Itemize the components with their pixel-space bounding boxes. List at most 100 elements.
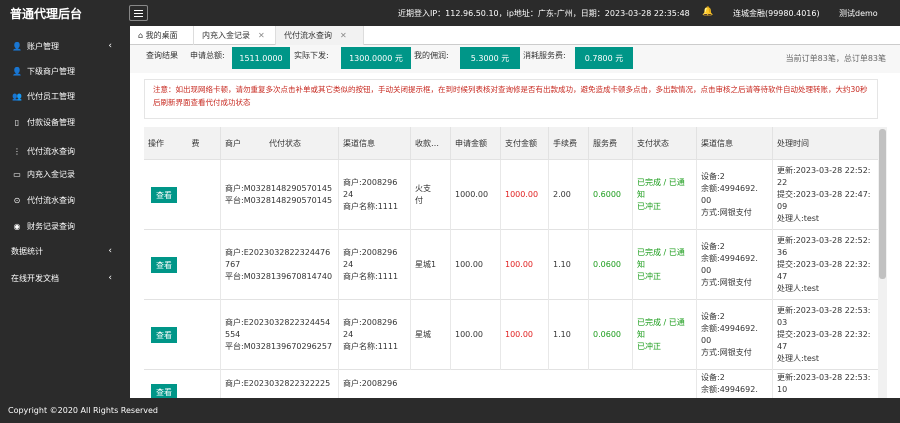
device-icon: ▯ bbox=[14, 117, 20, 127]
service-cell: 0.6000 bbox=[588, 160, 632, 230]
sidebar-item-statistics[interactable]: 数据统计 ‹ bbox=[0, 241, 130, 261]
time-cell: 更新:2023-03-28 22:52: 36 提交:2023-03-28 22… bbox=[772, 230, 878, 300]
bell-icon[interactable]: 🔔 bbox=[702, 7, 713, 17]
tab-bar: ⌂ 我的桌面 内充入金记录 ✕ 代付流水查询 ✕ bbox=[130, 26, 900, 45]
sidebar-item-payout-query[interactable]: ⋮ 代付流水查询 bbox=[0, 141, 130, 161]
user-icon: 👤 bbox=[12, 66, 22, 76]
th-merchant: 商户 bbox=[220, 127, 265, 160]
th-fee-amount: 手续费 bbox=[548, 127, 588, 160]
stats-title: 查询结果 bbox=[146, 51, 178, 60]
status-cell: 已完成 / 已通 知 已冲正 bbox=[632, 160, 696, 230]
close-icon[interactable]: ✕ bbox=[258, 31, 265, 40]
login-name[interactable]: 测试demo bbox=[839, 8, 878, 19]
status-cell: 已完成 / 已通 知 已冲正 bbox=[632, 300, 696, 370]
table-row: 查看 商户:E2023032822324454 554 平台:M03281396… bbox=[144, 300, 878, 370]
close-icon[interactable]: ✕ bbox=[340, 31, 347, 40]
apply-value: 1511.0000 bbox=[232, 47, 290, 69]
service-label: 消耗服务费: bbox=[523, 51, 566, 60]
merchant-cell: 商户:E2023032822322225 bbox=[220, 370, 338, 398]
payee-cell: 星城1 bbox=[410, 230, 450, 300]
channel-cell: 商户:2008296 24 商户名称:1111 bbox=[338, 230, 410, 300]
search-icon: ⊙ bbox=[13, 195, 21, 205]
menu-toggle-icon[interactable] bbox=[129, 5, 148, 21]
th-channel: 渠道信息 bbox=[338, 127, 410, 160]
tab-deposit-records[interactable]: 内充入金记录 ✕ bbox=[194, 26, 276, 45]
people-icon: 👥 bbox=[12, 91, 22, 101]
notice-text: 注意：如出现网络卡顿，请勿重复多次点击补单或其它类似的按钮，手动关闭提示框，在到… bbox=[144, 79, 878, 119]
sidebar: 👤 账户管理 ‹ 👤 下级商户管理 👥 代付员工管理 ▯ 付款设备管理 ⋮ 代付流水查询 ▭… bbox=[0, 26, 130, 398]
sidebar-item-deposit-records[interactable]: ▭ 内充入金记录 bbox=[0, 164, 130, 184]
th-payout-status: 代付状态 bbox=[269, 138, 301, 148]
sidebar-item-devices[interactable]: ▯ 付款设备管理 bbox=[0, 112, 130, 132]
apply-cell: 1000.00 bbox=[450, 160, 500, 230]
fee-label: 我的佣润: bbox=[414, 51, 449, 60]
sidebar-item-docs[interactable]: 在线开发文档 ‹ bbox=[0, 268, 130, 288]
view-button[interactable]: 查看 bbox=[151, 327, 177, 343]
brand-title: 普通代理后台 bbox=[10, 7, 83, 21]
table-scrollbar[interactable] bbox=[878, 127, 887, 398]
th-apply-amount: 申请金额 bbox=[450, 127, 500, 160]
fee-value: 5.3000 元 bbox=[460, 47, 520, 69]
th-pay-amount: 支付金额 bbox=[500, 127, 548, 160]
time-cell: 更新:2023-03-28 22:53: 03 提交:2023-03-28 22… bbox=[772, 300, 878, 370]
merchant-cell: 商户:M0328148290570145 平台:M032814829057014… bbox=[220, 160, 338, 230]
pay-cell: 100.00 bbox=[500, 300, 548, 370]
fee-cell: 1.10 bbox=[548, 230, 588, 300]
tab-desktop[interactable]: ⌂ 我的桌面 bbox=[130, 26, 194, 45]
time-cell: 更新:2023-03-28 22:52: 22 提交:2023-03-28 22… bbox=[772, 160, 878, 230]
view-button[interactable]: 查看 bbox=[151, 257, 177, 273]
device-cell: 设备:2 余额:4994692. 00 方式:网银支付 bbox=[696, 300, 772, 370]
status-cell: 已完成 / 已通 知 已冲正 bbox=[632, 230, 696, 300]
stats-bar: 查询结果 申请总额: 1511.0000 实际下发: 1300.0000 元 我… bbox=[130, 45, 900, 73]
th-process-time: 处理时间 bbox=[772, 127, 878, 160]
merchant-cell: 商户:E2023032822324476 767 平台:M03281396708… bbox=[220, 230, 338, 300]
tab-payout-query[interactable]: 代付流水查询 ✕ bbox=[276, 26, 364, 45]
channel-cell: 商户:2008296 24 商户名称:1111 bbox=[338, 300, 410, 370]
th-channel-info: 渠道信息 bbox=[696, 127, 772, 160]
sidebar-item-account[interactable]: 👤 账户管理 ‹ bbox=[0, 36, 130, 56]
fee-cell: 1.10 bbox=[548, 300, 588, 370]
channel-cell: 商户:2008296 bbox=[338, 370, 410, 398]
top-bar: 普通代理后台 近期登入IP：112.96.50.10，ip地址：广东-广州，日期… bbox=[0, 0, 900, 26]
table-row: 查看 商户:M0328148290570145 平台:M032814829057… bbox=[144, 160, 878, 230]
fee-cell: 2.00 bbox=[548, 160, 588, 230]
home-icon: ⌂ bbox=[138, 31, 144, 40]
sidebar-item-merchants[interactable]: 👤 下级商户管理 bbox=[0, 61, 130, 81]
actual-label: 实际下发: bbox=[294, 51, 329, 60]
th-service-fee: 服务费 bbox=[588, 127, 632, 160]
payee-cell: 星城 bbox=[410, 300, 450, 370]
th-payee: 收款… bbox=[410, 127, 450, 160]
scrollbar-thumb[interactable] bbox=[879, 129, 886, 279]
view-button[interactable]: 查看 bbox=[151, 187, 177, 203]
device-cell: 设备:2 余额:4994692. bbox=[696, 370, 772, 398]
order-summary: 当前订单83笔，总订单83笔 bbox=[785, 54, 886, 63]
device-cell: 设备:2 余额:4994692. 00 方式:网银支付 bbox=[696, 160, 772, 230]
user-account[interactable]: 连城金融(99980.4016) bbox=[733, 8, 820, 19]
sidebar-item-payout-flow[interactable]: ⊙ 代付流水查询 bbox=[0, 190, 130, 210]
record-icon: ▭ bbox=[13, 169, 21, 179]
sidebar-item-staff[interactable]: 👥 代付员工管理 bbox=[0, 86, 130, 106]
pay-cell: 100.00 bbox=[500, 230, 548, 300]
records-table: 操作 费 商户 代付状态 渠道信息 收款… 申请金额 支付金额 手续费 服务费 … bbox=[144, 127, 878, 398]
service-value: 0.7800 元 bbox=[575, 47, 633, 69]
payee-cell: 火支 付 bbox=[410, 160, 450, 230]
footer-copyright: Copyright ©2020 All Rights Reserved bbox=[0, 398, 900, 423]
finance-icon: ◉ bbox=[13, 221, 21, 231]
table-row: 查看 商户:E2023032822322225 商户:2008296 设备:2 … bbox=[144, 370, 878, 398]
service-cell: 0.0600 bbox=[588, 300, 632, 370]
th-fee: 费 bbox=[191, 138, 200, 148]
apply-cell: 100.00 bbox=[450, 300, 500, 370]
actual-value: 1300.0000 元 bbox=[341, 47, 411, 69]
view-button[interactable]: 查看 bbox=[151, 384, 177, 398]
list-icon: ⋮ bbox=[13, 146, 21, 156]
channel-cell: 商户:2008296 24 商户名称:1111 bbox=[338, 160, 410, 230]
th-action: 操作 bbox=[148, 138, 164, 148]
merchant-cell: 商户:E2023032822324454 554 平台:M03281396702… bbox=[220, 300, 338, 370]
service-cell: 0.0600 bbox=[588, 230, 632, 300]
sidebar-item-finance[interactable]: ◉ 财务记录查询 bbox=[0, 216, 130, 236]
time-cell: 更新:2023-03-28 22:53: 10 bbox=[772, 370, 878, 398]
th-pay-status: 支付状态 bbox=[632, 127, 696, 160]
table-header: 操作 费 商户 代付状态 渠道信息 收款… 申请金额 支付金额 手续费 服务费 … bbox=[144, 127, 878, 160]
user-icon: 👤 bbox=[12, 41, 22, 51]
apply-cell: 100.00 bbox=[450, 230, 500, 300]
